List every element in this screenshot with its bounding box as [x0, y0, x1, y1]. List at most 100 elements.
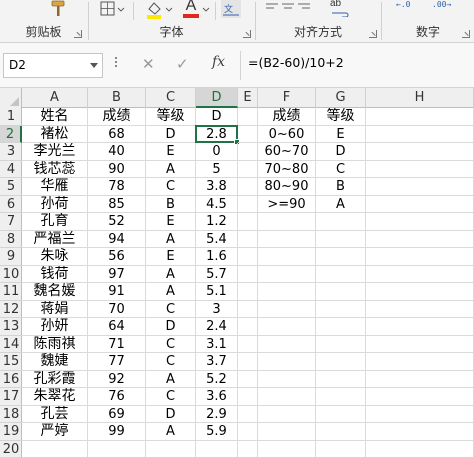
chevron-down-icon[interactable]	[90, 63, 98, 68]
cell-d17[interactable]: 3.6	[196, 388, 238, 406]
cell-a2[interactable]: 褚松	[22, 125, 88, 143]
row-header-16[interactable]: 16	[0, 371, 22, 388]
cell-e4[interactable]	[238, 160, 258, 178]
cell-c1[interactable]: 等级	[146, 108, 196, 126]
cell-b4[interactable]: 90	[88, 160, 146, 178]
cell-g14[interactable]	[316, 335, 366, 353]
cell-e8[interactable]	[238, 230, 258, 248]
cell-c20[interactable]	[146, 440, 196, 457]
cell-g8[interactable]	[316, 230, 366, 248]
chevron-down-icon[interactable]	[201, 0, 211, 20]
cell-f5[interactable]: 80~90	[258, 178, 316, 196]
cell-h6[interactable]	[366, 195, 474, 213]
cell-g12[interactable]	[316, 300, 366, 318]
column-header-e[interactable]: E	[238, 88, 258, 108]
cell-d16[interactable]: 5.2	[196, 370, 238, 388]
select-all-button[interactable]	[0, 88, 22, 108]
cell-f18[interactable]	[258, 405, 316, 423]
cell-c2[interactable]: D	[146, 125, 196, 143]
row-header-8[interactable]: 8	[0, 231, 22, 248]
cell-a10[interactable]: 钱荷	[22, 265, 88, 283]
cell-f2[interactable]: 0~60	[258, 125, 316, 143]
cell-g6[interactable]: A	[316, 195, 366, 213]
cell-g13[interactable]	[316, 318, 366, 336]
cancel-button[interactable]: ✕	[142, 55, 155, 73]
row-header-18[interactable]: 18	[0, 406, 22, 423]
font-color-button[interactable]: A	[182, 0, 200, 19]
cell-e9[interactable]	[238, 248, 258, 266]
cell-e12[interactable]	[238, 300, 258, 318]
cell-d3[interactable]: 0	[196, 143, 238, 161]
cell-h20[interactable]	[366, 440, 474, 457]
cell-c8[interactable]: A	[146, 230, 196, 248]
cell-b20[interactable]	[88, 440, 146, 457]
cell-g1[interactable]: 等级	[316, 108, 366, 126]
cell-f13[interactable]	[258, 318, 316, 336]
cell-c17[interactable]: C	[146, 388, 196, 406]
cell-a19[interactable]: 严婷	[22, 423, 88, 441]
borders-icon[interactable]	[99, 0, 125, 20]
cell-f4[interactable]: 70~80	[258, 160, 316, 178]
cell-d9[interactable]: 1.6	[196, 248, 238, 266]
cell-d18[interactable]: 2.9	[196, 405, 238, 423]
cell-b1[interactable]: 成绩	[88, 108, 146, 126]
cell-h5[interactable]	[366, 178, 474, 196]
cell-f14[interactable]	[258, 335, 316, 353]
cell-e2[interactable]	[238, 125, 258, 143]
cell-d12[interactable]: 3	[196, 300, 238, 318]
row-header-9[interactable]: 9	[0, 248, 22, 266]
row-header-10[interactable]: 10	[0, 266, 22, 283]
row-header-4[interactable]: 4	[0, 161, 22, 178]
cell-d7[interactable]: 1.2	[196, 213, 238, 231]
row-header-17[interactable]: 17	[0, 388, 22, 406]
cell-b16[interactable]: 92	[88, 370, 146, 388]
cell-b8[interactable]: 94	[88, 230, 146, 248]
cell-h9[interactable]	[366, 248, 474, 266]
cell-f9[interactable]	[258, 248, 316, 266]
cell-b12[interactable]: 70	[88, 300, 146, 318]
cell-c11[interactable]: A	[146, 283, 196, 301]
cell-e17[interactable]	[238, 388, 258, 406]
cell-a20[interactable]	[22, 440, 88, 457]
cell-g9[interactable]	[316, 248, 366, 266]
cell-d2[interactable]: 2.8	[196, 125, 238, 143]
cell-a3[interactable]: 李光兰	[22, 143, 88, 161]
cell-c12[interactable]: C	[146, 300, 196, 318]
cell-g18[interactable]	[316, 405, 366, 423]
format-painter-icon[interactable]	[48, 0, 68, 20]
cell-a18[interactable]: 孔芸	[22, 405, 88, 423]
cell-c3[interactable]: E	[146, 143, 196, 161]
cell-b11[interactable]: 91	[88, 283, 146, 301]
align-icons[interactable]	[264, 0, 312, 20]
cell-e18[interactable]	[238, 405, 258, 423]
cell-h12[interactable]	[366, 300, 474, 318]
cell-e11[interactable]	[238, 283, 258, 301]
cell-g20[interactable]	[316, 440, 366, 457]
cell-e15[interactable]	[238, 353, 258, 371]
cell-g7[interactable]	[316, 213, 366, 231]
row-header-3[interactable]: 3	[0, 143, 22, 161]
enter-button[interactable]: ✓	[176, 55, 189, 73]
cell-d19[interactable]: 5.9	[196, 423, 238, 441]
cell-e1[interactable]	[238, 108, 258, 126]
cell-h2[interactable]	[366, 125, 474, 143]
cell-b14[interactable]: 71	[88, 335, 146, 353]
cell-a16[interactable]: 孔彩霞	[22, 370, 88, 388]
cell-h4[interactable]	[366, 160, 474, 178]
cell-g10[interactable]	[316, 265, 366, 283]
cell-a6[interactable]: 孙荷	[22, 195, 88, 213]
cell-d8[interactable]: 5.4	[196, 230, 238, 248]
column-header-b[interactable]: B	[88, 88, 146, 108]
phonetic-button[interactable]: 文	[221, 0, 241, 18]
row-header-7[interactable]: 7	[0, 213, 22, 231]
cell-b10[interactable]: 97	[88, 265, 146, 283]
cell-b13[interactable]: 64	[88, 318, 146, 336]
cell-a14[interactable]: 陈雨祺	[22, 335, 88, 353]
cell-c13[interactable]: D	[146, 318, 196, 336]
cell-b19[interactable]: 99	[88, 423, 146, 441]
cell-f10[interactable]	[258, 265, 316, 283]
cell-h14[interactable]	[366, 335, 474, 353]
cell-h16[interactable]	[366, 370, 474, 388]
row-header-6[interactable]: 6	[0, 196, 22, 213]
cell-f16[interactable]	[258, 370, 316, 388]
